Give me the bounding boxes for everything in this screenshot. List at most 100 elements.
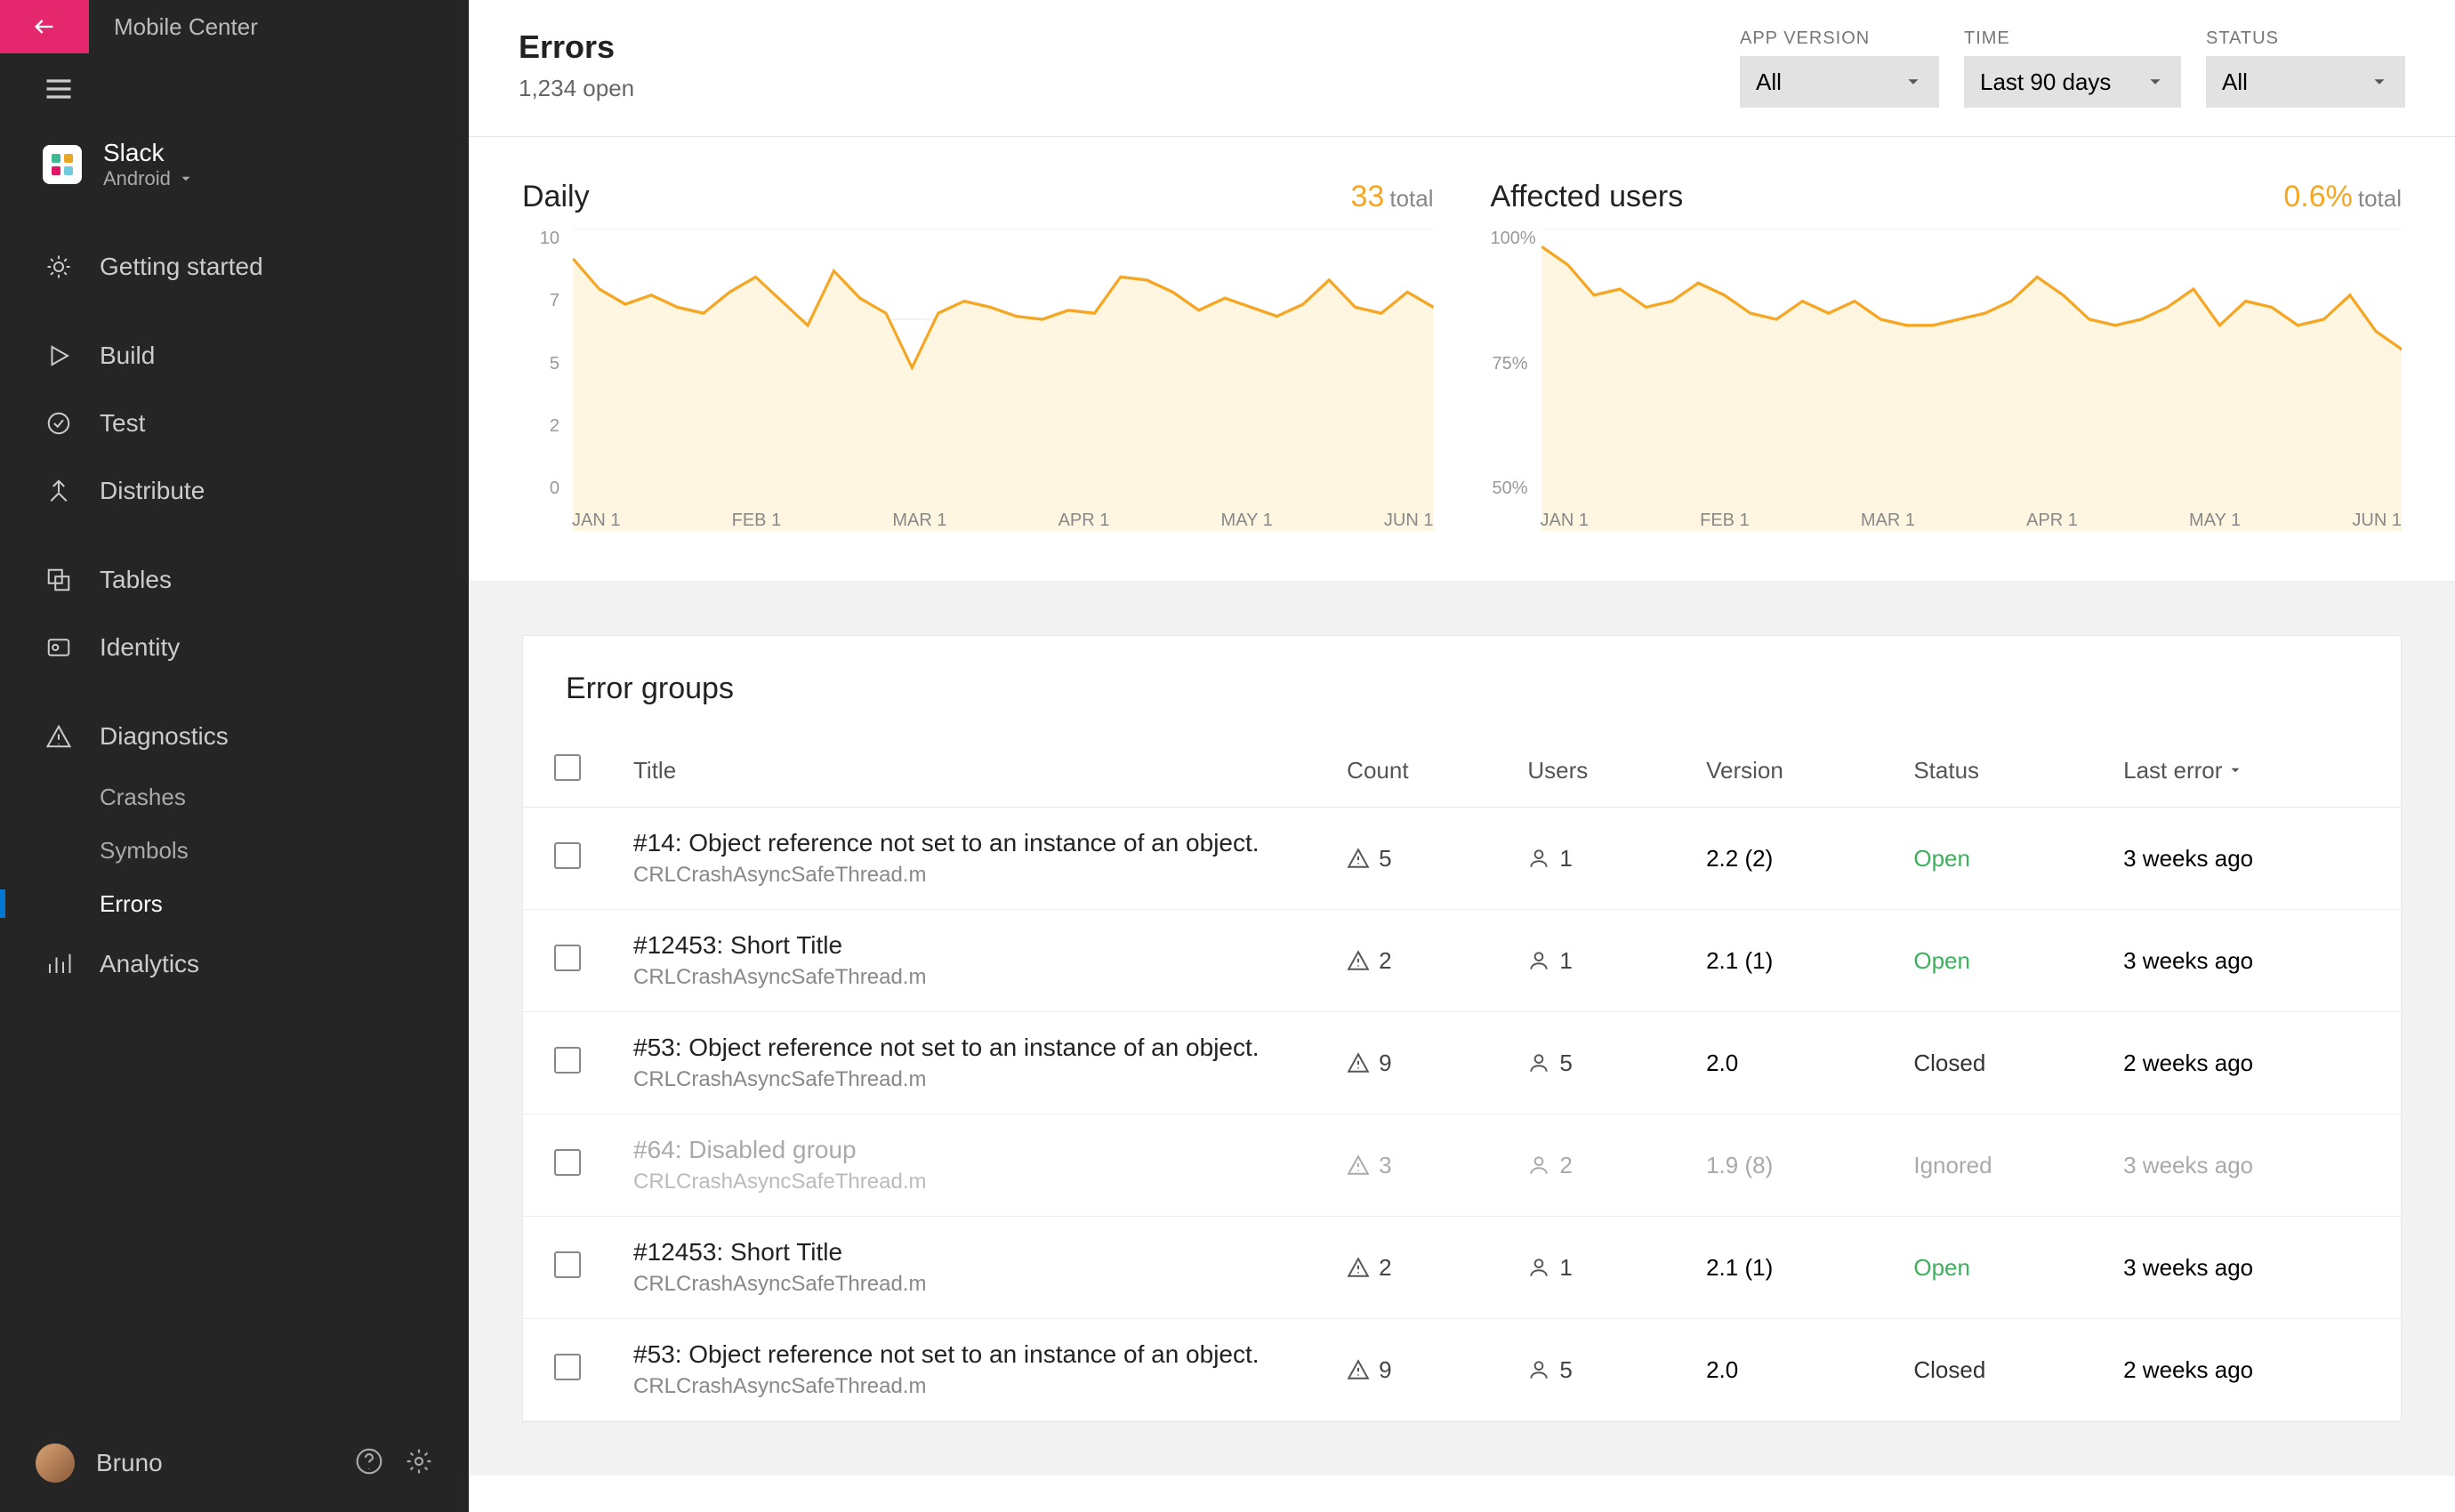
filter-label-time: TIME <box>1964 28 2181 49</box>
user-icon <box>1527 847 1550 870</box>
row-subtitle: CRLCrashAsyncSafeThread.m <box>633 965 1304 990</box>
row-title: #53: Object reference not set to an inst… <box>633 1033 1304 1062</box>
col-last[interactable]: Last error <box>2102 735 2401 808</box>
warning-icon <box>1347 949 1370 972</box>
sidebar-item-diagnostics[interactable]: Diagnostics <box>0 703 469 770</box>
chevron-down-icon <box>2145 72 2165 92</box>
chart-daily: Daily 33total 107520 JAN 1FEB 1MAR 1APR … <box>522 180 1434 531</box>
tables-icon <box>45 567 72 593</box>
row-title: #14: Object reference not set to an inst… <box>633 829 1304 857</box>
row-status: Open <box>1892 910 2102 1012</box>
sidebar-item-tables[interactable]: Tables <box>0 546 469 614</box>
row-version: 2.0 <box>1685 1319 1892 1421</box>
chart-daily-xaxis: JAN 1FEB 1MAR 1APR 1MAY 1JUN 1 <box>572 511 1434 531</box>
sort-desc-icon <box>2227 762 2243 778</box>
error-groups-title: Error groups <box>523 672 2401 735</box>
row-users: 1 <box>1527 1254 1663 1282</box>
chart-affected-value: 0.6%total <box>2283 180 2402 214</box>
row-last-error: 3 weeks ago <box>2102 1114 2401 1217</box>
table-row[interactable]: #12453: Short Title CRLCrashAsyncSafeThre… <box>523 910 2401 1012</box>
warning-icon <box>1347 1256 1370 1279</box>
row-status: Ignored <box>1892 1114 2102 1217</box>
main: Errors 1,234 open APP VERSION All TIME L… <box>469 0 2455 1512</box>
row-subtitle: CRLCrashAsyncSafeThread.m <box>633 1067 1304 1092</box>
row-version: 2.0 <box>1685 1012 1892 1114</box>
row-version: 2.1 (1) <box>1685 910 1892 1012</box>
help-button[interactable] <box>355 1447 383 1480</box>
top-bar: Mobile Center <box>0 0 469 53</box>
warning-icon <box>1347 1154 1370 1177</box>
row-last-error: 2 weeks ago <box>2102 1319 2401 1421</box>
row-checkbox[interactable] <box>554 1149 581 1176</box>
row-count: 2 <box>1347 1254 1485 1282</box>
header: Errors 1,234 open APP VERSION All TIME L… <box>469 0 2455 137</box>
row-status: Open <box>1892 1217 2102 1319</box>
sidebar-item-identity[interactable]: Identity <box>0 614 469 681</box>
chart-affected-xaxis: JAN 1FEB 1MAR 1APR 1MAY 1JUN 1 <box>1541 511 2403 531</box>
row-checkbox[interactable] <box>554 1354 581 1380</box>
app-icon <box>43 145 82 184</box>
col-count[interactable]: Count <box>1325 735 1506 808</box>
row-count: 9 <box>1347 1356 1485 1384</box>
select-all-checkbox[interactable] <box>554 754 581 781</box>
sidebar-item-getting-started[interactable]: Getting started <box>0 233 469 301</box>
content: Daily 33total 107520 JAN 1FEB 1MAR 1APR … <box>469 137 2455 1512</box>
row-status: Open <box>1892 808 2102 910</box>
hamburger-button[interactable] <box>0 53 469 125</box>
gear-icon <box>405 1447 433 1476</box>
row-users: 5 <box>1527 1356 1663 1384</box>
warning-icon <box>1347 847 1370 870</box>
filter-label-app-version: APP VERSION <box>1740 28 1939 49</box>
charts-strip: Daily 33total 107520 JAN 1FEB 1MAR 1APR … <box>469 137 2455 582</box>
row-subtitle: CRLCrashAsyncSafeThread.m <box>633 1170 1304 1194</box>
warning-icon <box>1347 1358 1370 1381</box>
sidebar-item-analytics[interactable]: Analytics <box>0 930 469 998</box>
sidebar-sub-symbols[interactable]: Symbols <box>0 824 469 877</box>
row-subtitle: CRLCrashAsyncSafeThread.m <box>633 1374 1304 1399</box>
settings-button[interactable] <box>405 1447 433 1480</box>
row-checkbox[interactable] <box>554 842 581 869</box>
nav: Getting started Build Test Distribute Ta… <box>0 219 469 1414</box>
row-title: #12453: Short Title <box>633 931 1304 960</box>
back-button[interactable] <box>0 0 89 53</box>
col-version[interactable]: Version <box>1685 735 1892 808</box>
table-row[interactable]: #53: Object reference not set to an inst… <box>523 1319 2401 1421</box>
row-count: 3 <box>1347 1152 1485 1179</box>
filter-time[interactable]: Last 90 days <box>1964 56 2181 108</box>
table-row[interactable]: #14: Object reference not set to an inst… <box>523 808 2401 910</box>
row-title: #64: Disabled group <box>633 1136 1304 1164</box>
user-icon <box>1527 1154 1550 1177</box>
identity-icon <box>45 634 72 661</box>
col-status[interactable]: Status <box>1892 735 2102 808</box>
sidebar-footer: Bruno <box>0 1414 469 1512</box>
row-version: 1.9 (8) <box>1685 1114 1892 1217</box>
row-checkbox[interactable] <box>554 1251 581 1278</box>
chart-affected-plot <box>1491 229 2403 531</box>
check-circle-icon <box>45 410 72 437</box>
sidebar-item-test[interactable]: Test <box>0 390 469 457</box>
table-row[interactable]: #12453: Short TitleCRLCrashAsyncSafeThre… <box>523 1217 2401 1319</box>
col-title[interactable]: Title <box>612 735 1325 808</box>
row-status: Closed <box>1892 1319 2102 1421</box>
error-groups-table: Title Count Users Version Status Last er… <box>523 735 2401 1421</box>
chart-daily-plot <box>522 229 1434 531</box>
sidebar-item-build[interactable]: Build <box>0 322 469 390</box>
sidebar-sub-crashes[interactable]: Crashes <box>0 770 469 824</box>
filter-status[interactable]: All <box>2206 56 2405 108</box>
row-last-error: 3 weeks ago <box>2102 808 2401 910</box>
table-row[interactable]: #64: Disabled group CRLCrashAsyncSafeThre… <box>523 1114 2401 1217</box>
app-name: Slack <box>103 139 194 167</box>
row-checkbox[interactable] <box>554 945 581 971</box>
row-users: 5 <box>1527 1050 1663 1077</box>
distribute-icon <box>45 478 72 504</box>
avatar[interactable] <box>36 1444 75 1483</box>
sidebar-item-distribute[interactable]: Distribute <box>0 457 469 525</box>
user-icon <box>1527 949 1550 972</box>
row-status: Closed <box>1892 1012 2102 1114</box>
table-row[interactable]: #53: Object reference not set to an inst… <box>523 1012 2401 1114</box>
sidebar-sub-errors[interactable]: Errors <box>0 877 469 930</box>
col-users[interactable]: Users <box>1506 735 1685 808</box>
row-checkbox[interactable] <box>554 1047 581 1074</box>
app-selector[interactable]: Slack Android <box>0 125 469 219</box>
filter-app-version[interactable]: All <box>1740 56 1939 108</box>
